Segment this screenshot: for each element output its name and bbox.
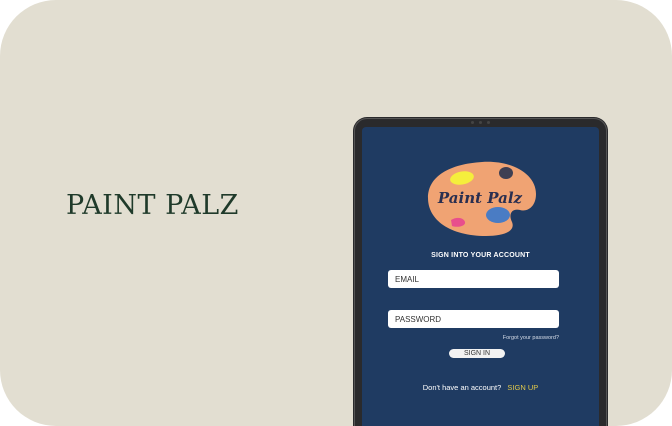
email-field[interactable] — [388, 270, 559, 288]
signin-heading: SIGN INTO YOUR ACCOUNT — [431, 252, 530, 259]
brand-title: PAINT PALZ — [66, 190, 239, 221]
sign-in-button[interactable]: SIGN IN — [449, 349, 505, 358]
tablet-device: Paint Palz SIGN INTO YOUR ACCOUNT Forgot… — [353, 117, 608, 426]
camera-dot — [471, 121, 474, 124]
paint-palette-logo: Paint Palz — [428, 161, 536, 236]
app-screen: Paint Palz SIGN INTO YOUR ACCOUNT Forgot… — [362, 127, 599, 426]
background-card: PAINT PALZ Paint Palz SIGN INTO YOUR ACC… — [0, 0, 672, 426]
no-account-text: Don't have an account? — [422, 383, 502, 392]
sign-up-link[interactable]: SIGN UP — [507, 383, 538, 392]
camera-dot — [479, 121, 482, 124]
logo-text: Paint Palz — [437, 189, 523, 207]
forgot-password-link[interactable]: Forgot your password? — [503, 335, 559, 341]
camera-dot — [487, 121, 490, 124]
signup-row: Don't have an account? SIGN UP — [362, 383, 599, 392]
password-field[interactable] — [388, 310, 559, 328]
